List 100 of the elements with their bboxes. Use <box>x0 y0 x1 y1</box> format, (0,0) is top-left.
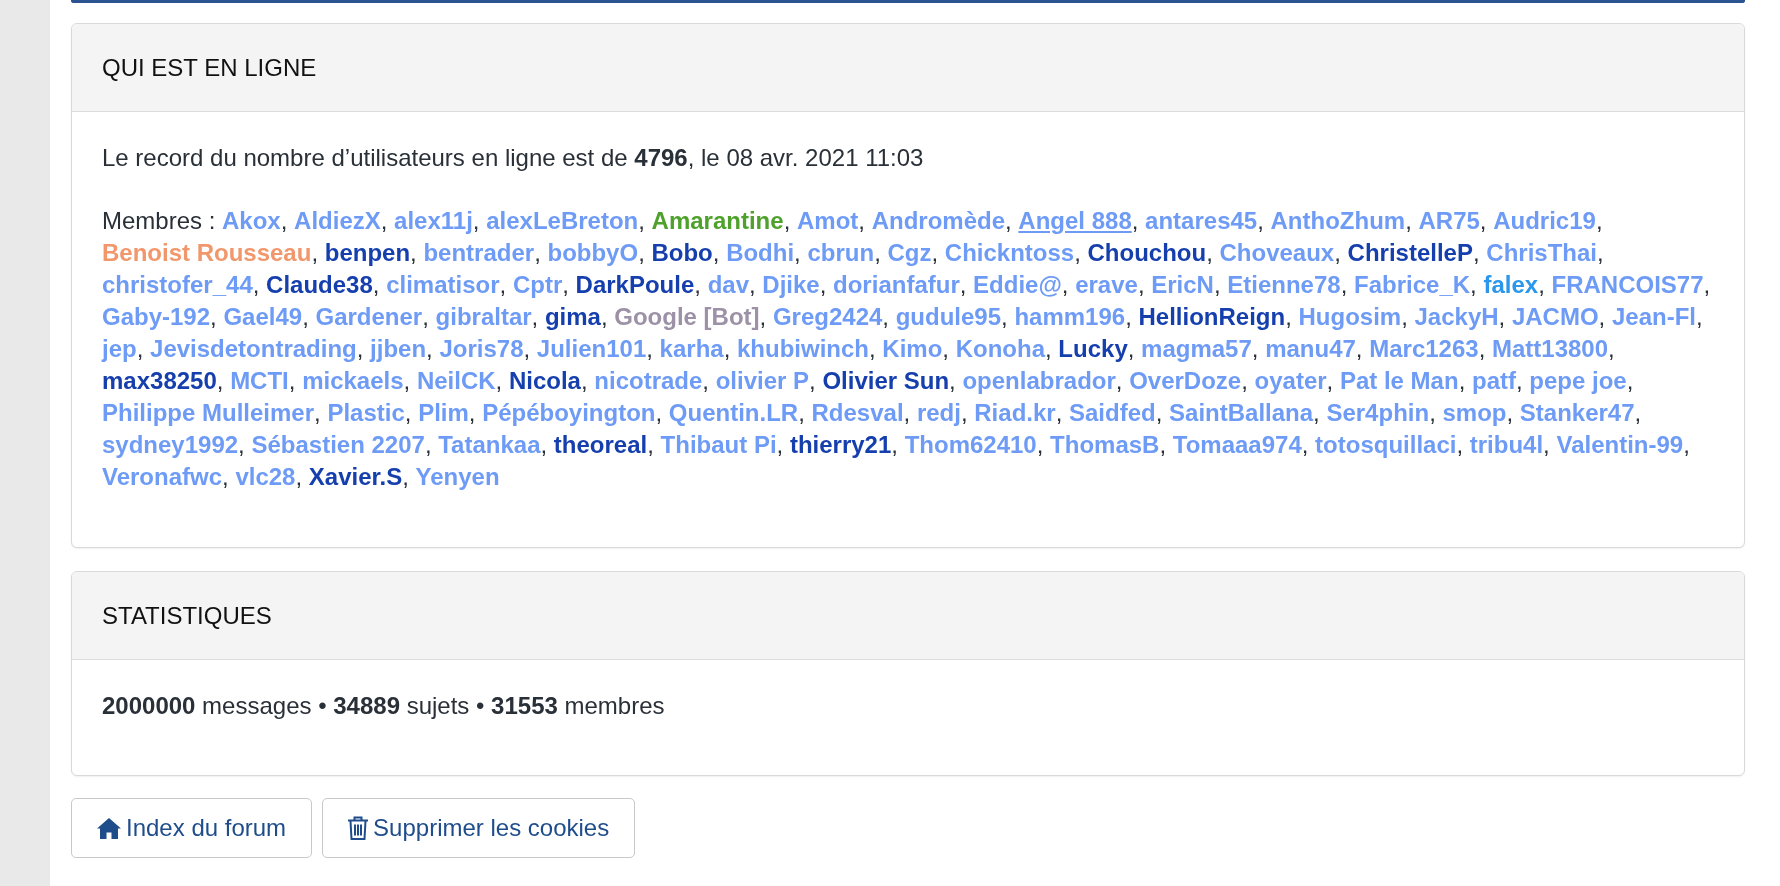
member-link[interactable]: Gaby-192 <box>102 303 211 330</box>
member-link[interactable]: hamm196 <box>1014 303 1126 330</box>
member-link[interactable]: Bodhi <box>726 239 795 266</box>
member-link[interactable]: bobbyO <box>547 239 639 266</box>
member-link[interactable]: gudule95 <box>895 303 1002 330</box>
member-link[interactable]: dorianfafur <box>833 271 960 298</box>
member-link[interactable]: karha <box>659 335 724 362</box>
member-link[interactable]: manu47 <box>1265 335 1356 362</box>
member-link[interactable]: SaintBallana <box>1169 399 1314 426</box>
member-link[interactable]: jjben <box>370 335 427 362</box>
member-link[interactable]: Plastic <box>327 399 405 426</box>
member-link[interactable]: ThomasB <box>1050 431 1160 458</box>
member-link[interactable]: Gael49 <box>223 303 303 330</box>
member-link[interactable]: Greg2424 <box>772 303 883 330</box>
member-link[interactable]: Ser4phin <box>1326 399 1430 426</box>
member-link[interactable]: bentrader <box>423 239 535 266</box>
member-link[interactable]: JackyH <box>1414 303 1499 330</box>
delete-cookies-button[interactable]: Supprimer les cookies <box>322 798 636 858</box>
member-link[interactable]: Amarantine <box>651 207 784 234</box>
member-link[interactable]: antares45 <box>1145 207 1258 234</box>
member-link[interactable]: gima <box>544 303 601 330</box>
member-link[interactable]: Andromède <box>871 207 1005 234</box>
member-link[interactable]: Tomaaa974 <box>1172 431 1302 458</box>
member-link[interactable]: smop <box>1442 399 1507 426</box>
member-link[interactable]: nicotrade <box>594 367 703 394</box>
member-link[interactable]: Cgz <box>887 239 932 266</box>
member-link[interactable]: magma57 <box>1141 335 1252 362</box>
member-link[interactable]: alexLeBreton <box>486 207 639 234</box>
member-link[interactable]: christofer_44 <box>102 271 253 298</box>
member-link[interactable]: totosquillaci <box>1315 431 1457 458</box>
member-link[interactable]: Olivier Sun <box>822 367 950 394</box>
member-link[interactable]: Saidfed <box>1069 399 1156 426</box>
member-link[interactable]: Veronafwc <box>102 463 223 490</box>
member-link[interactable]: erave <box>1075 271 1138 298</box>
member-link[interactable]: HellionReign <box>1138 303 1286 330</box>
member-link[interactable]: oyater <box>1254 367 1327 394</box>
member-link[interactable]: Matt13800 <box>1491 335 1609 362</box>
member-link[interactable]: Hugosim <box>1298 303 1402 330</box>
member-link[interactable]: alex11j <box>394 207 473 234</box>
member-link[interactable]: Konoha <box>955 335 1045 362</box>
member-link[interactable]: tribu4l <box>1469 431 1544 458</box>
member-link[interactable]: AnthoZhum <box>1270 207 1406 234</box>
member-link[interactable]: MCTI <box>230 367 289 394</box>
member-link[interactable]: OverDoze <box>1129 367 1242 394</box>
member-link[interactable]: FRANCOIS77 <box>1551 271 1704 298</box>
member-link[interactable]: Angel 888 <box>1018 207 1132 234</box>
member-link[interactable]: Cptr <box>512 271 563 298</box>
member-link[interactable]: Kimo <box>882 335 943 362</box>
member-link[interactable]: patf <box>1471 367 1516 394</box>
member-link[interactable]: sydney1992 <box>102 431 239 458</box>
member-link[interactable]: theoreal <box>553 431 648 458</box>
member-link[interactable]: khubiwinch <box>737 335 869 362</box>
member-link[interactable]: mickaels <box>302 367 404 394</box>
member-link[interactable]: Etienne78 <box>1227 271 1341 298</box>
member-link[interactable]: Chouchou <box>1087 239 1207 266</box>
member-link[interactable]: Rdesval <box>811 399 904 426</box>
member-link[interactable]: DarkPoule <box>575 271 695 298</box>
member-link[interactable]: Pépéboyington <box>482 399 656 426</box>
member-link[interactable]: jep <box>102 335 137 362</box>
member-link[interactable]: Audric19 <box>1493 207 1596 234</box>
member-link[interactable]: falex <box>1483 271 1539 298</box>
member-link[interactable]: Tatankaa <box>438 431 541 458</box>
member-link[interactable]: EricN <box>1151 271 1214 298</box>
member-link[interactable]: Eddie@ <box>973 271 1062 298</box>
forum-index-button[interactable]: Index du forum <box>71 798 313 858</box>
member-link[interactable]: Djike <box>762 271 820 298</box>
member-link[interactable]: redj <box>916 399 961 426</box>
member-link[interactable]: JACMO <box>1511 303 1599 330</box>
member-link[interactable]: Valentin-99 <box>1556 431 1684 458</box>
member-link[interactable]: AldiezX <box>294 207 381 234</box>
member-link[interactable]: dav <box>707 271 749 298</box>
member-link[interactable]: ChristelleP <box>1347 239 1473 266</box>
member-link[interactable]: benpen <box>324 239 411 266</box>
member-link[interactable]: Thom62410 <box>904 431 1037 458</box>
member-link[interactable]: Marc1263 <box>1369 335 1479 362</box>
member-link[interactable]: max38250 <box>102 367 217 394</box>
member-link[interactable]: Fabrice_K <box>1354 271 1471 298</box>
member-link[interactable]: Jevisdetontrading <box>150 335 357 362</box>
member-link[interactable]: Akox <box>222 207 281 234</box>
member-link[interactable]: Choveaux <box>1219 239 1335 266</box>
member-link[interactable]: cbrun <box>807 239 875 266</box>
member-link[interactable]: Bobo <box>651 239 713 266</box>
member-link[interactable]: openlabrador <box>962 367 1116 394</box>
member-link[interactable]: Jean-Fl <box>1611 303 1696 330</box>
member-link[interactable]: Benoist Rousseau <box>102 239 312 266</box>
member-link[interactable]: olivier P <box>715 367 810 394</box>
member-link[interactable]: Lucky <box>1058 335 1128 362</box>
member-link[interactable]: Joris78 <box>439 335 524 362</box>
member-link[interactable]: vlc28 <box>235 463 296 490</box>
member-link[interactable]: Plim <box>418 399 469 426</box>
member-link[interactable]: Amot <box>797 207 859 234</box>
member-link[interactable]: NeilCK <box>416 367 496 394</box>
member-link[interactable]: Thibaut Pi <box>660 431 777 458</box>
member-link[interactable]: Sébastien 2207 <box>251 431 425 458</box>
member-link[interactable]: Nicola <box>508 367 581 394</box>
member-link[interactable]: pepe joe <box>1529 367 1627 394</box>
member-link[interactable]: Julien101 <box>536 335 647 362</box>
member-link[interactable]: Yenyen <box>415 463 500 490</box>
member-link[interactable]: ChrisThai <box>1486 239 1597 266</box>
member-link[interactable]: Gardener <box>315 303 423 330</box>
